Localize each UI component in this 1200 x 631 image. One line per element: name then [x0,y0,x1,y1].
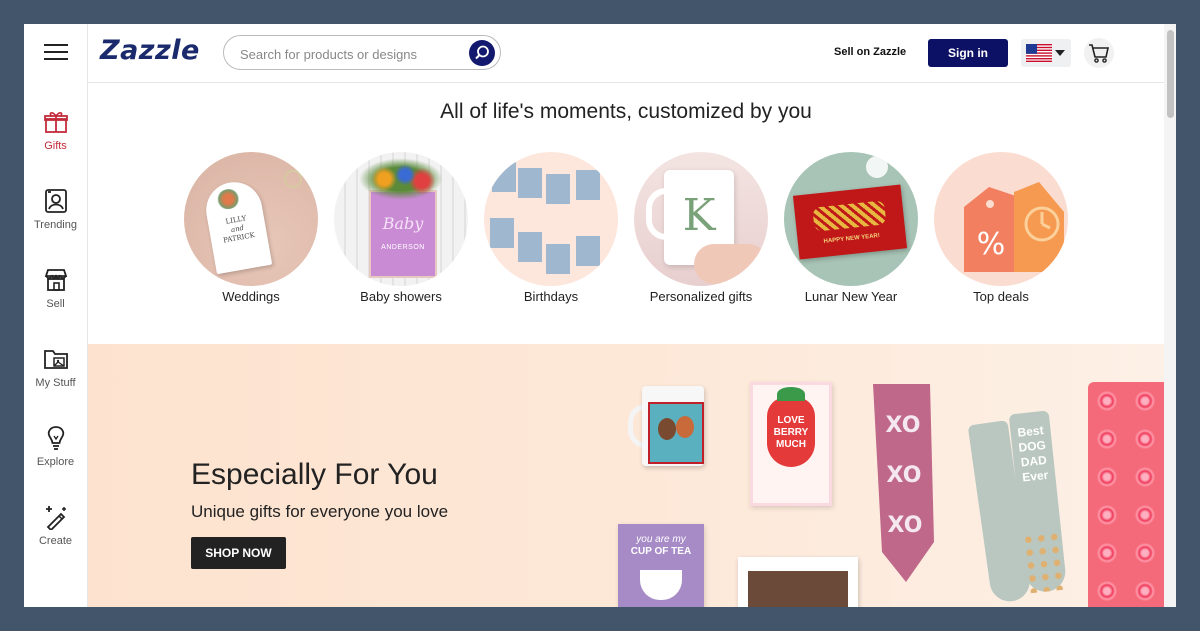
gift-icon [43,112,68,133]
lightbulb-icon [47,426,64,450]
category-label: Weddings [222,289,280,304]
card-text: you are my [636,534,686,545]
hero-subtitle: Unique gifts for everyone you love [191,502,449,521]
category-label: Baby showers [360,289,442,304]
dog-dad-socks-product[interactable]: Best DOG DAD Ever [938,410,1078,607]
baby-sign-name: ANDERSON [381,244,425,251]
category-label: Personalized gifts [649,289,753,304]
photo-frame-product[interactable] [738,557,858,607]
sidebar-item-my-stuff[interactable]: My Stuff [24,346,87,389]
browser-window: Gifts Trending Sell My Stuff Explore Cre… [24,24,1176,607]
cart-button[interactable] [1084,38,1114,68]
category-weddings[interactable]: LILLY and PATRICK Weddings [184,152,318,304]
shop-now-button[interactable]: SHOP NOW [191,537,286,569]
flower-arrangement [359,158,443,200]
lunar-new-year-image: HAPPY NEW YEAR! [784,152,918,286]
svg-text:XO: XO [887,463,922,488]
discount-tag-icon: % [964,182,1064,272]
tea-card-product[interactable]: you are my CUP OF TEA [618,524,704,607]
photo-mug-product[interactable] [628,386,706,466]
sign-in-button[interactable]: Sign in [928,39,1008,67]
svg-text:%: % [977,227,1006,262]
hero-title: Especially For You [191,458,438,491]
sidebar-item-label: My Stuff [35,377,76,389]
zazzle-logo[interactable]: Zazzle [100,35,200,66]
search-bar [223,35,501,70]
heart-pillow-product[interactable] [1088,382,1164,607]
cart-icon [1089,44,1109,63]
sidebar-item-gifts[interactable]: Gifts [24,109,87,152]
flower-decoration [214,187,242,212]
card-text: LOVE [777,415,805,426]
left-nav-rail: Gifts Trending Sell My Stuff Explore Cre… [24,24,88,607]
sidebar-item-label: Gifts [44,140,67,152]
category-top-deals[interactable]: % Top deals [934,152,1068,304]
store-icon [44,269,67,291]
us-flag-icon [1026,44,1052,62]
sell-on-zazzle-link[interactable]: Sell on Zazzle [834,46,906,58]
sidebar-item-label: Create [38,535,73,547]
sidebar-item-label: Trending [33,219,77,231]
scrollbar-thumb[interactable] [1167,30,1174,118]
magic-wand-icon [45,506,66,530]
category-label: Top deals [973,289,1029,304]
top-deals-image: % [934,152,1068,286]
card-text: BERRY [773,427,809,438]
search-icon [475,45,489,60]
valentine-card-product[interactable]: LOVE BERRY MUCH [750,382,832,506]
category-birthdays[interactable]: Birthdays [484,152,618,304]
sidebar-item-label: Explore [36,456,75,468]
sidebar-item-label: Sell [46,298,65,310]
category-baby-showers[interactable]: Baby ANDERSON Baby showers [334,152,468,304]
ring-decoration [284,170,302,188]
trending-icon [44,189,67,213]
svg-text:XO: XO [888,513,923,538]
tie-shape: XO XO XO [873,384,934,582]
chevron-down-icon [1055,50,1065,56]
category-label: Birthdays [523,289,579,304]
socks-text: Ever [1021,467,1049,485]
birthdays-image [484,152,618,286]
sidebar-item-create[interactable]: Create [24,504,87,547]
svg-text:XO: XO [886,413,921,438]
top-header: Zazzle Sell on Zazzle Sign in [88,24,1164,83]
baby-sign-title: Baby [382,214,424,233]
personalized-gifts-image: K [634,152,768,286]
card-text: CUP OF TEA [630,546,692,557]
country-selector[interactable] [1021,39,1071,67]
lunar-card-text: HAPPY NEW YEAR! [823,232,881,245]
xoxo-tie-product[interactable]: XO XO XO [868,382,938,582]
sidebar-item-trending[interactable]: Trending [24,188,87,231]
card-text: MUCH [776,439,806,450]
menu-icon[interactable] [44,44,68,62]
baby-showers-image: Baby ANDERSON [334,152,468,286]
section-headline: All of life's moments, customized by you [440,100,812,123]
category-personalized-gifts[interactable]: K Personalized gifts [634,152,768,304]
mug-monogram: K [682,190,716,241]
hero-banner: Especially For You Unique gifts for ever… [88,344,1164,607]
sidebar-item-explore[interactable]: Explore [24,425,87,468]
search-input[interactable] [238,44,462,64]
folder-icon [43,350,68,369]
vertical-scrollbar[interactable] [1164,24,1176,607]
hand [694,244,768,284]
search-button[interactable] [469,40,495,66]
category-label: Lunar New Year [804,289,898,304]
weddings-image: LILLY and PATRICK [184,152,318,286]
category-lunar-new-year[interactable]: HAPPY NEW YEAR! Lunar New Year [784,152,918,304]
sidebar-item-sell[interactable]: Sell [24,267,87,310]
